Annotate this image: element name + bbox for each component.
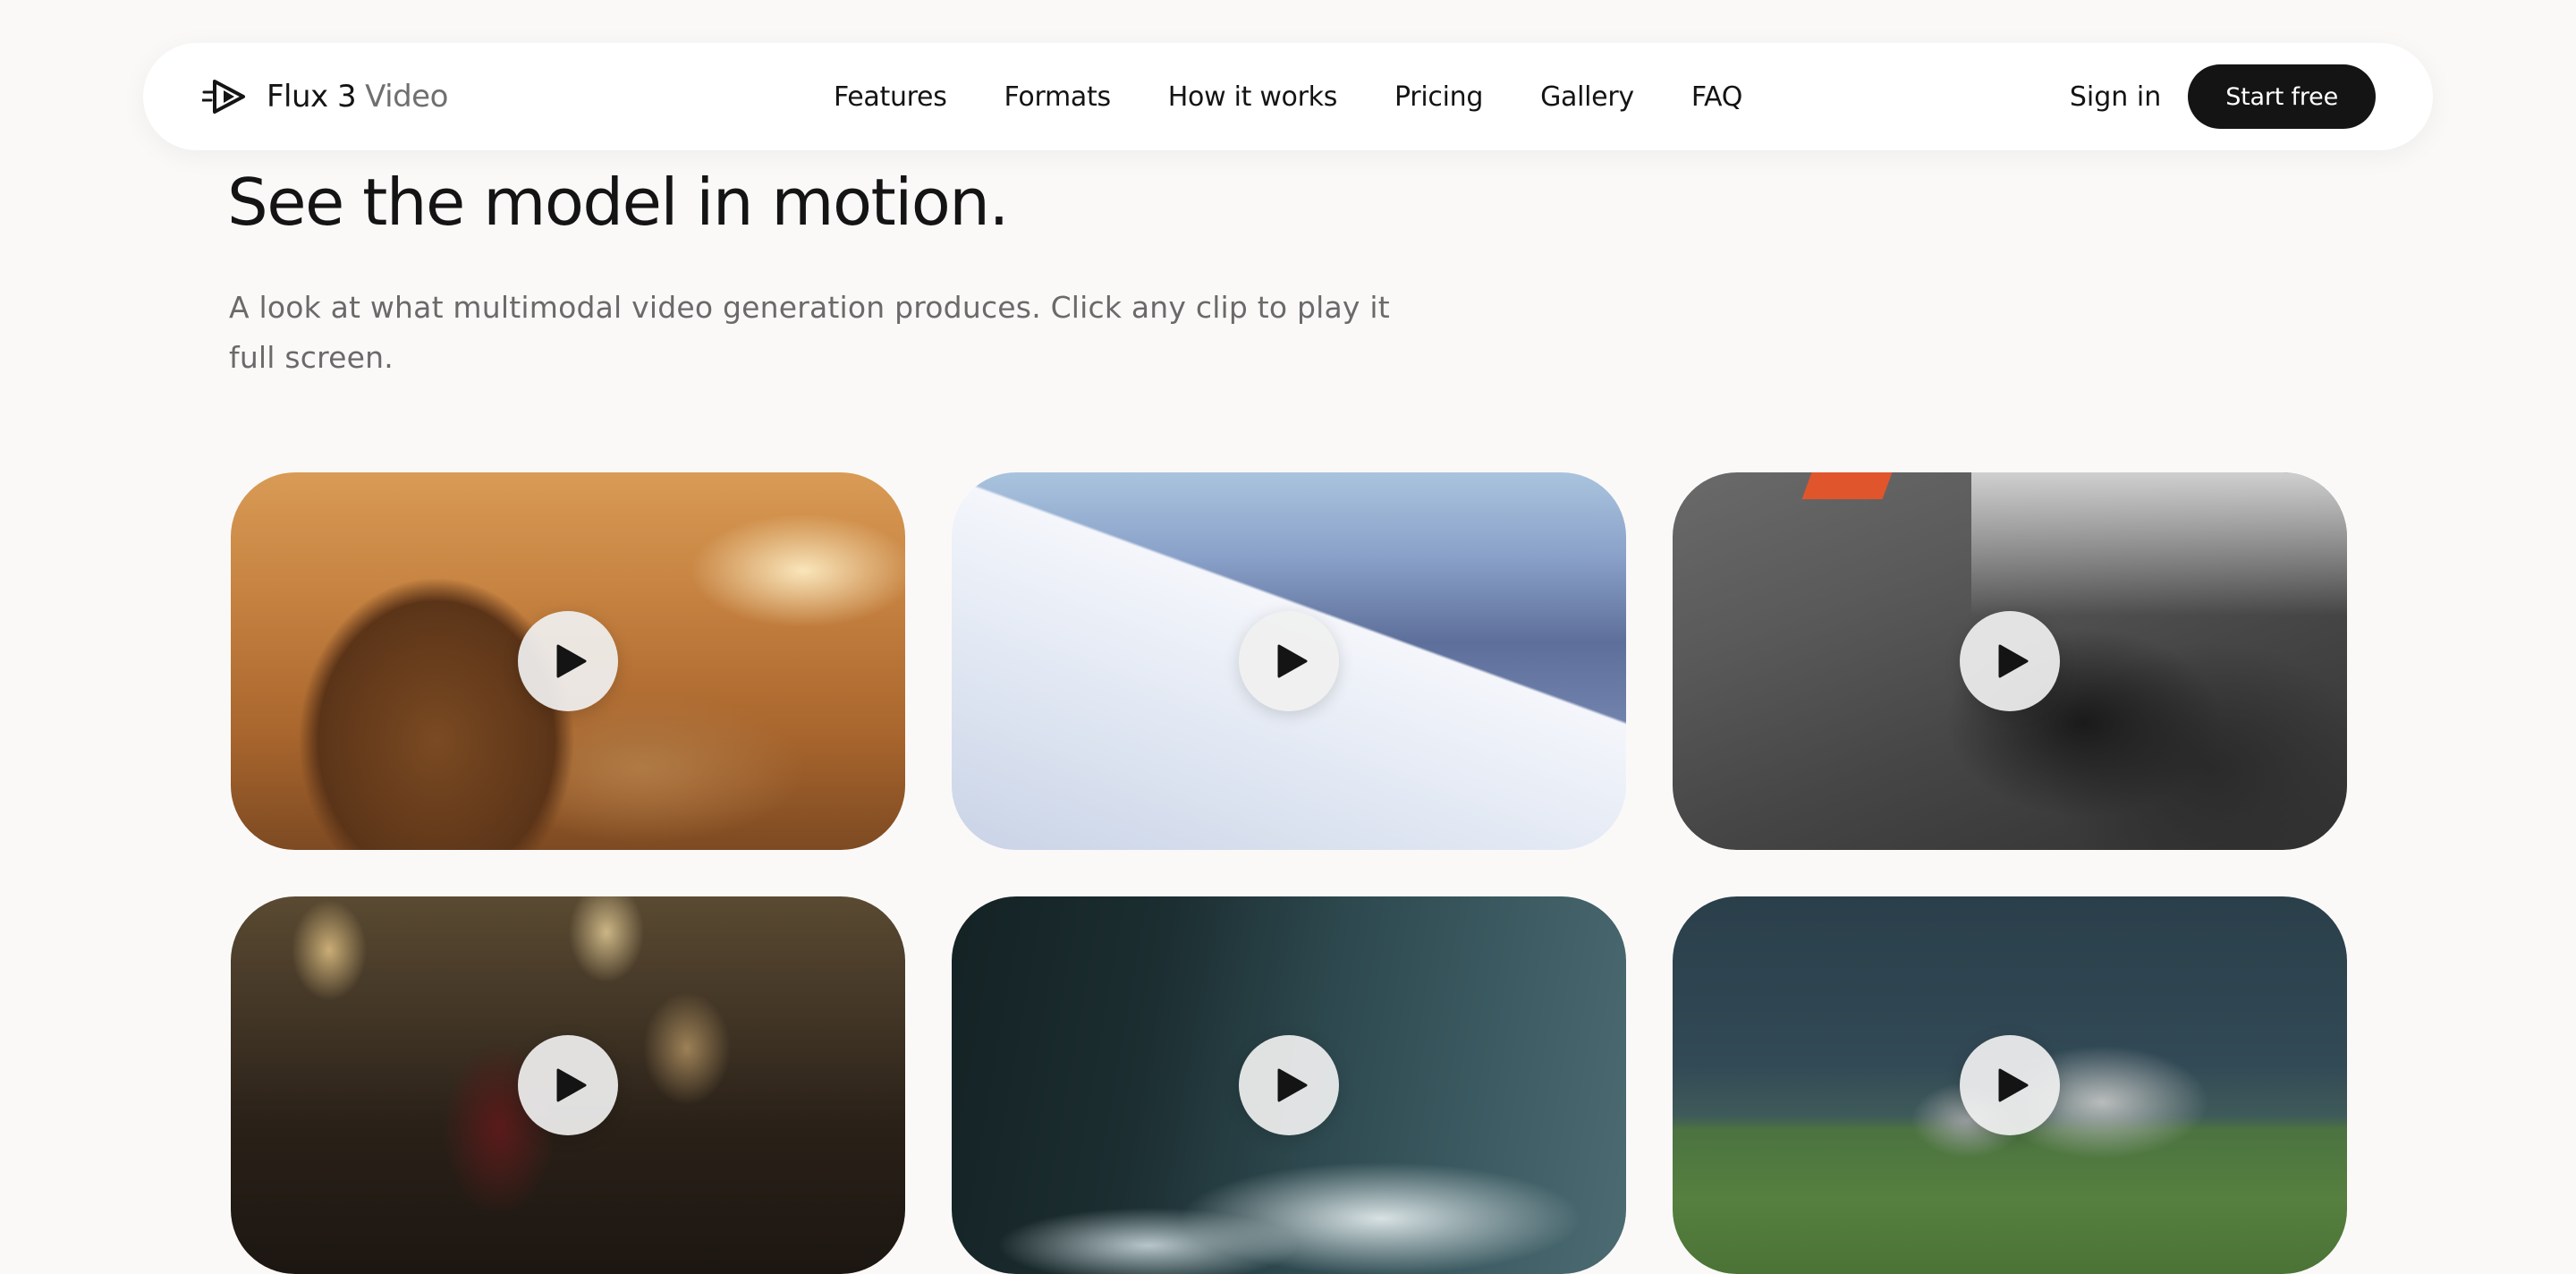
brand-name-suffix: Video [365,79,448,115]
video-card-ocean-wave[interactable] [952,896,1626,1274]
play-button[interactable] [1960,611,2060,711]
page-title: See the model in motion. [227,165,1009,240]
sign-in-link[interactable]: Sign in [2070,81,2161,113]
play-button[interactable] [518,611,618,711]
play-button[interactable] [1960,1035,2060,1135]
nav-link-pricing[interactable]: Pricing [1394,81,1483,113]
play-icon [547,643,589,679]
brand-name: Flux 3 Video [267,79,448,115]
play-icon [1268,1067,1309,1103]
play-icon [547,1067,589,1103]
video-card-motorcycle[interactable] [1673,472,2347,850]
video-card-clay-animal[interactable] [231,472,905,850]
play-triangle-icon [202,72,250,121]
play-icon [1989,643,2030,679]
nav-link-formats[interactable]: Formats [1004,81,1112,113]
nav-actions: Sign in Start free [2070,43,2376,150]
brand-logo-link[interactable]: Flux 3 Video [202,43,448,150]
brand-name-main: Flux 3 [267,79,357,115]
nav-link-how-it-works[interactable]: How it works [1168,81,1338,113]
video-card-ballroom[interactable] [231,896,905,1274]
play-icon [1268,643,1309,679]
video-gallery [231,472,2347,1274]
nav-link-faq[interactable]: FAQ [1691,81,1743,113]
nav-link-gallery[interactable]: Gallery [1540,81,1634,113]
nav-link-features[interactable]: Features [834,81,947,113]
play-icon [1989,1067,2030,1103]
video-card-horse[interactable] [1673,896,2347,1274]
page-subtitle: A look at what multimodal video generati… [229,290,1390,375]
video-card-snowboarder[interactable] [952,472,1626,850]
top-navigation: Flux 3 Video Features Formats How it wor… [143,43,2433,150]
play-button[interactable] [1239,611,1339,711]
play-button[interactable] [1239,1035,1339,1135]
play-button[interactable] [518,1035,618,1135]
start-free-button[interactable]: Start free [2188,64,2376,129]
